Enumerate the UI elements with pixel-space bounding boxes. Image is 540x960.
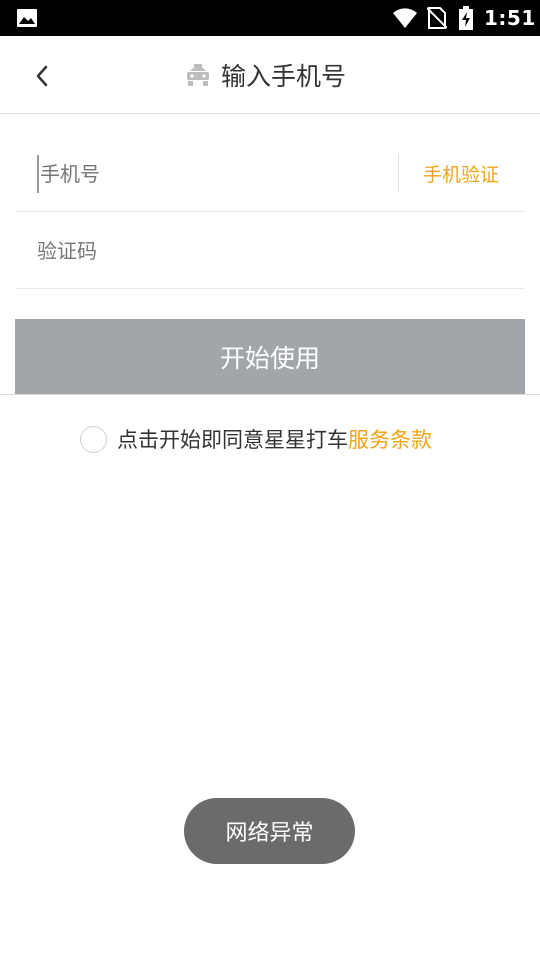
chevron-left-icon xyxy=(36,65,48,87)
phone-verify-button[interactable]: 手机验证 xyxy=(423,160,499,187)
agreement-row: 点击开始即同意星星打车 服务条款 xyxy=(80,424,432,454)
agreement-radio[interactable] xyxy=(80,425,107,453)
section-divider xyxy=(0,394,540,395)
verification-code-input[interactable] xyxy=(37,232,497,270)
agreement-text: 点击开始即同意星星打车 xyxy=(117,428,348,452)
phone-row: 手机验证 xyxy=(15,135,525,212)
page-title: 输入手机号 xyxy=(221,62,347,91)
battery-charging-icon xyxy=(459,6,473,30)
no-sim-icon xyxy=(427,7,447,29)
title-bar: 输入手机号 xyxy=(0,36,540,114)
code-row xyxy=(15,212,525,289)
field-divider xyxy=(398,154,399,192)
terms-link[interactable]: 服务条款 xyxy=(348,424,432,454)
start-button[interactable]: 开始使用 xyxy=(15,319,525,394)
title-wrap: 输入手机号 xyxy=(185,56,346,94)
wifi-icon xyxy=(393,8,417,28)
taxi-car-icon xyxy=(187,64,209,86)
toast-text: 网络异常 xyxy=(225,821,314,846)
status-time: 1:51 xyxy=(484,6,536,30)
phone-input[interactable] xyxy=(37,155,377,193)
toast-message: 网络异常 xyxy=(184,798,355,864)
back-button[interactable] xyxy=(22,56,62,96)
gallery-icon xyxy=(17,9,37,27)
status-bar: 1:51 xyxy=(0,0,540,36)
